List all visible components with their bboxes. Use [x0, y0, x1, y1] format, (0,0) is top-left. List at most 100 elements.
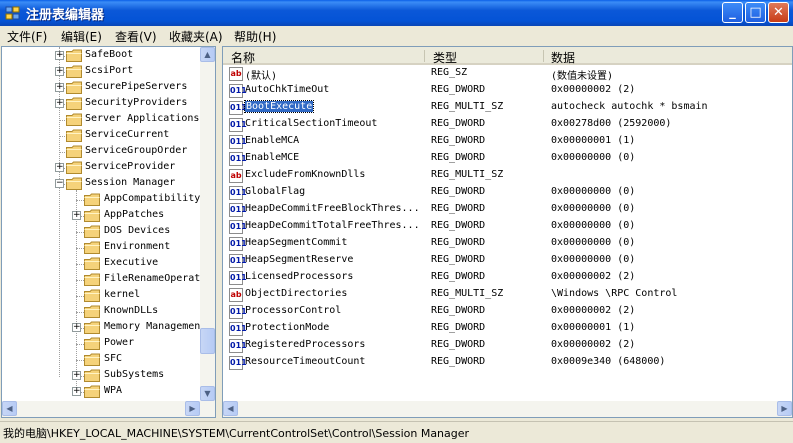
tree-item-label: SafeBoot	[85, 49, 134, 60]
binary-value-icon: 011	[229, 254, 247, 268]
expand-icon[interactable]: +	[55, 163, 64, 172]
registry-value-row[interactable]: ab (默认) REG_SZ (数值未设置)	[223, 66, 792, 83]
maximize-button[interactable]: □	[745, 2, 766, 23]
value-name: EnableMCE	[245, 152, 300, 163]
menu-bar: 文件(F) 编辑(E) 查看(V) 收藏夹(A) 帮助(H)	[0, 26, 793, 45]
tree-item[interactable]: + WPA	[2, 384, 200, 400]
menu-edit[interactable]: 编辑(E)	[58, 27, 105, 46]
tree-item-label: ServiceGroupOrder	[85, 145, 188, 156]
expand-icon[interactable]: +	[55, 51, 64, 60]
folder-icon	[66, 49, 82, 62]
folder-icon	[66, 113, 82, 126]
value-name: ProcessorControl	[245, 305, 342, 316]
binary-value-icon: 011	[229, 101, 247, 115]
tree-item[interactable]: − Session Manager	[2, 176, 200, 192]
tree-item[interactable]: + Memory Managemen	[2, 320, 200, 336]
registry-value-row[interactable]: 011 HeapSegmentCommit REG_DWORD 0x00000000 …	[223, 236, 792, 253]
expand-icon[interactable]: +	[72, 371, 81, 380]
registry-value-row[interactable]: 011 ResourceTimeoutCount REG_DWORD 0x0009e3…	[223, 355, 792, 372]
value-data: 0x00000001 (1)	[551, 135, 636, 146]
tree-scroll-thumb[interactable]	[200, 328, 215, 354]
registry-value-row[interactable]: ab ExcludeFromKnownDlls REG_MULTI_SZ	[223, 168, 792, 185]
tree-item[interactable]: kernel	[2, 288, 200, 304]
tree-item[interactable]: + SecurityProviders	[2, 96, 200, 112]
tree-item[interactable]: ServiceGroupOrder	[2, 144, 200, 160]
tree-item[interactable]: ServiceCurrent	[2, 128, 200, 144]
scroll-right-icon[interactable]: ▶	[777, 401, 792, 416]
value-type: REG_DWORD	[431, 271, 486, 282]
tree-item[interactable]: + SubSystems	[2, 368, 200, 384]
string-value-icon: ab	[229, 67, 243, 81]
expand-icon[interactable]: +	[72, 387, 81, 396]
close-button[interactable]: ✕	[768, 2, 789, 23]
registry-value-row[interactable]: 011 HeapDeCommitTotalFreeThres... REG_DWOR…	[223, 219, 792, 236]
registry-value-row[interactable]: 011 LicensedProcessors REG_DWORD 0x00000002…	[223, 270, 792, 287]
title-bar[interactable]: 注册表编辑器 _ □ ✕	[0, 0, 793, 26]
column-name-header[interactable]: 名称	[231, 49, 255, 66]
tree-item-label: AppCompatibility	[104, 193, 201, 204]
expand-icon[interactable]: +	[55, 83, 64, 92]
tree-vertical-scrollbar[interactable]: ▲ ▼	[200, 47, 215, 401]
scroll-left-icon[interactable]: ◀	[2, 401, 17, 416]
tree-item[interactable]: SFC	[2, 352, 200, 368]
binary-value-icon: 011	[229, 220, 247, 234]
folder-icon	[84, 241, 100, 254]
tree-item-label: KnownDLLs	[104, 305, 159, 316]
tree-item[interactable]: + SafeBoot	[2, 48, 200, 64]
registry-value-row[interactable]: 011 EnableMCE REG_DWORD 0x00000000 (0)	[223, 151, 792, 168]
expand-icon[interactable]: +	[55, 99, 64, 108]
value-data: 0x00000002 (2)	[551, 84, 636, 95]
registry-values-list[interactable]: 名称 类型 数据 ab (默认) REG_SZ (数值未设置) 011 AutoChkTi…	[222, 46, 793, 418]
registry-value-row[interactable]: 011 CriticalSectionTimeout REG_DWORD 0x0027…	[223, 117, 792, 134]
tree-item[interactable]: Executive	[2, 256, 200, 272]
tree-item[interactable]: FileRenameOperat	[2, 272, 200, 288]
tree-horizontal-scrollbar[interactable]: ◀ ▶	[2, 401, 215, 417]
menu-view[interactable]: 查看(V)	[112, 27, 160, 46]
folder-icon	[84, 289, 100, 302]
tree-item-label: SecurePipeServers	[85, 81, 188, 92]
column-type-header[interactable]: 类型	[433, 49, 457, 66]
expand-icon[interactable]: +	[55, 67, 64, 76]
registry-value-row[interactable]: 011 HeapSegmentReserve REG_DWORD 0x00000000…	[223, 253, 792, 270]
menu-file[interactable]: 文件(F)	[4, 27, 50, 46]
minimize-button[interactable]: _	[722, 2, 743, 23]
tree-item[interactable]: AppCompatibility	[2, 192, 200, 208]
menu-favorites[interactable]: 收藏夹(A)	[166, 27, 226, 46]
list-horizontal-scrollbar[interactable]: ◀ ▶	[223, 401, 792, 417]
scroll-up-icon[interactable]: ▲	[200, 47, 215, 62]
column-data-header[interactable]: 数据	[551, 49, 575, 66]
expand-icon[interactable]: +	[72, 211, 81, 220]
registry-value-row[interactable]: 011 ProtectionMode REG_DWORD 0x00000001 (1)	[223, 321, 792, 338]
scroll-right-icon[interactable]: ▶	[185, 401, 200, 416]
registry-value-row[interactable]: 011 HeapDeCommitFreeBlockThres... REG_DWOR…	[223, 202, 792, 219]
value-name: HeapDeCommitFreeBlockThres...	[245, 203, 420, 214]
tree-item-label: WPA	[104, 385, 123, 396]
tree-item[interactable]: + ServiceProvider	[2, 160, 200, 176]
tree-item[interactable]: + AppPatches	[2, 208, 200, 224]
registry-value-row[interactable]: 011 BootExecute REG_MULTI_SZ autocheck auto…	[223, 100, 792, 117]
registry-value-row[interactable]: ab ObjectDirectories REG_MULTI_SZ \Windows …	[223, 287, 792, 304]
tree-item-label: Power	[104, 337, 135, 348]
tree-item[interactable]: Server Applications	[2, 112, 200, 128]
tree-item[interactable]: KnownDLLs	[2, 304, 200, 320]
registry-value-row[interactable]: 011 AutoChkTimeOut REG_DWORD 0x00000002 (2)	[223, 83, 792, 100]
registry-value-row[interactable]: 011 EnableMCA REG_DWORD 0x00000001 (1)	[223, 134, 792, 151]
binary-value-icon: 011	[229, 271, 247, 285]
registry-key-tree[interactable]: + SafeBoot + ScsiPort + SecurePipeServers +…	[1, 46, 216, 418]
string-value-icon: ab	[229, 169, 243, 183]
scroll-left-icon[interactable]: ◀	[223, 401, 238, 416]
tree-item[interactable]: + SecurePipeServers	[2, 80, 200, 96]
expand-icon[interactable]: +	[72, 323, 81, 332]
tree-item[interactable]: Environment	[2, 240, 200, 256]
tree-item[interactable]: DOS Devices	[2, 224, 200, 240]
folder-icon	[84, 305, 100, 318]
collapse-icon[interactable]: −	[55, 179, 64, 188]
registry-value-row[interactable]: 011 ProcessorControl REG_DWORD 0x00000002 (…	[223, 304, 792, 321]
value-type: REG_DWORD	[431, 339, 486, 350]
scroll-down-icon[interactable]: ▼	[200, 386, 215, 401]
registry-value-row[interactable]: 011 RegisteredProcessors REG_DWORD 0x000000…	[223, 338, 792, 355]
menu-help[interactable]: 帮助(H)	[231, 27, 279, 46]
tree-item[interactable]: Power	[2, 336, 200, 352]
registry-value-row[interactable]: 011 GlobalFlag REG_DWORD 0x00000000 (0)	[223, 185, 792, 202]
tree-item[interactable]: + ScsiPort	[2, 64, 200, 80]
